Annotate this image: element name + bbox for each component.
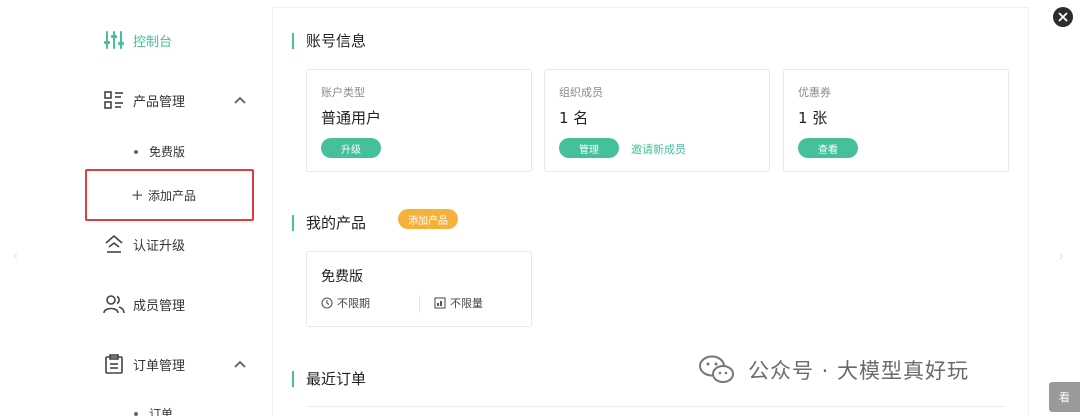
add-product-badge[interactable]: 添加产品 [398,209,458,229]
users-icon [103,293,125,315]
nav-item-dashboard[interactable]: 控制台 [103,29,172,51]
nav-item-cert-upgrade[interactable]: 认证升级 [103,233,185,255]
nav-label-dashboard: 控制台 [133,34,173,50]
clock-icon [321,297,333,309]
chevron-left-icon[interactable]: ‹ [12,246,18,265]
section-accent-bar [292,370,294,387]
nav-item-order-management[interactable]: 订单管理 [103,353,185,375]
org-members-card: 组织成员 1 名 管理 邀请新成员 [544,69,770,172]
nav-label-cert-upgrade: 认证升级 [133,238,186,254]
view-button[interactable]: 查看 [798,138,858,158]
sub-item-free-edition[interactable]: 免费版 [134,143,185,160]
close-icon [1058,12,1068,22]
close-button[interactable] [1053,7,1073,27]
my-products-header: 我的产品 添加产品 [292,209,458,233]
section-accent-bar [292,214,294,231]
chevron-right-icon[interactable]: › [1058,246,1064,265]
card-label: 优惠券 [798,86,831,99]
bullet-dot-icon [134,149,138,154]
sub-label-orders: 订单 [149,407,174,416]
product-quota-text: 不限量 [450,297,483,310]
free-edition-product-card[interactable]: 免费版 不限期 不限量 [306,251,532,327]
watermark-text: 公众号 · 大模型真好玩 [748,359,970,383]
nav-label-member-management: 成员管理 [133,298,186,314]
recent-orders-title: 最近订单 [306,370,367,388]
clipboard-icon [103,353,125,375]
side-tab-button[interactable]: 看 [1049,382,1080,412]
bullet-dot-icon [134,411,138,416]
watermark: 公众号 · 大模型真好玩 [698,354,969,386]
product-name: 免费版 [321,269,363,285]
divider [306,406,1006,407]
nav-label-product-management: 产品管理 [133,94,186,110]
sub-item-orders[interactable]: 订单 [134,405,173,416]
product-quota: 不限量 [434,295,483,311]
card-label: 账户类型 [321,86,365,99]
account-info-title: 账号信息 [306,32,367,50]
product-term-text: 不限期 [337,297,370,310]
account-info-header: 账号信息 [292,30,366,51]
invite-member-link[interactable]: 邀请新成员 [631,141,686,157]
upgrade-arrow-icon [103,233,125,255]
coupon-card: 优惠券 1 张 查看 [783,69,1009,172]
nav-label-order-management: 订单管理 [133,358,186,374]
side-tab-label: 看 [1059,391,1070,404]
upgrade-button[interactable]: 升级 [321,138,381,158]
highlight-box [85,169,254,221]
product-term: 不限期 [321,295,370,311]
card-value: 普通用户 [321,109,382,127]
card-label: 组织成员 [559,86,603,99]
wechat-icon [699,355,734,383]
chevron-up-icon[interactable] [232,92,248,108]
card-value: 1 张 [798,109,828,127]
my-products-title: 我的产品 [306,214,367,232]
nav-item-product-management[interactable]: 产品管理 [103,89,185,111]
sidebar: 控制台 产品管理 免费版 + 添加产品 认证升级 成员管理 订单管理 订单 [0,0,272,416]
card-value: 1 名 [559,109,589,127]
sub-label-free-edition: 免费版 [149,145,186,159]
chevron-up-icon[interactable] [232,356,248,372]
page: 控制台 产品管理 免费版 + 添加产品 认证升级 成员管理 订单管理 订单 账号… [0,0,1080,416]
account-type-card: 账户类型 普通用户 升级 [306,69,532,172]
sliders-icon [103,29,125,51]
section-accent-bar [292,32,294,49]
manage-button[interactable]: 管理 [559,138,619,158]
divider [419,295,420,313]
chart-box-icon [434,297,446,309]
list-grid-icon [103,89,125,111]
recent-orders-header: 最近订单 [292,368,366,389]
nav-item-member-management[interactable]: 成员管理 [103,293,185,315]
